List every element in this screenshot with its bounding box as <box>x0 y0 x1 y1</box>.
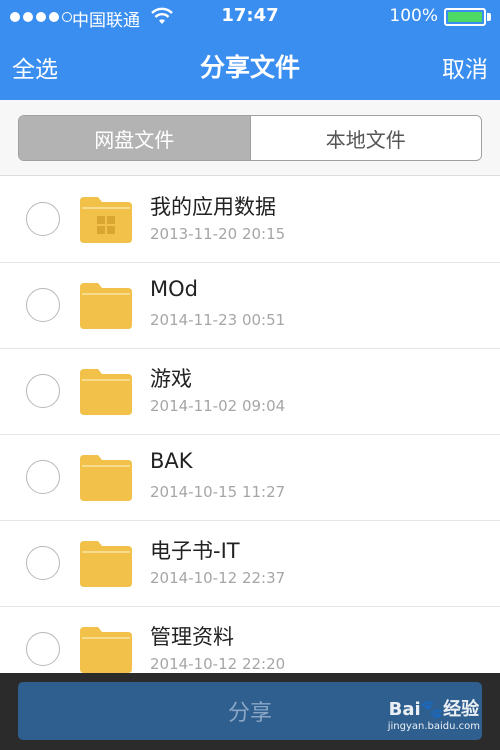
nav-bar: 全选 分享文件 取消 <box>0 34 500 100</box>
top-bar: 中国联通 17:47 100% 全选 分享文件 取消 <box>0 0 500 100</box>
select-radio[interactable] <box>26 202 60 236</box>
file-name: 游戏 <box>150 367 192 391</box>
list-item[interactable]: MOd 2014-11-23 00:51 <box>0 263 500 349</box>
list-item[interactable]: BAK 2014-10-15 11:27 <box>0 435 500 521</box>
segmented-control: 网盘文件 本地文件 <box>18 115 482 161</box>
status-bar: 中国联通 17:47 100% <box>0 0 500 34</box>
file-date: 2014-11-23 00:51 <box>150 311 286 329</box>
file-name: MOd <box>150 277 198 301</box>
page-title: 分享文件 <box>199 53 300 82</box>
folder-icon <box>80 369 132 415</box>
list-item[interactable]: 游戏 2014-11-02 09:04 <box>0 349 500 435</box>
folder-icon <box>80 627 132 673</box>
select-radio[interactable] <box>26 546 60 580</box>
file-name: 管理资料 <box>150 625 234 649</box>
bottom-bar: 分享 Bai🐾经验 jingyan.baidu.com <box>0 673 500 750</box>
list-item[interactable]: 电子书-IT 2014-10-12 22:37 <box>0 521 500 607</box>
folder-icon <box>80 455 132 501</box>
file-date: 2014-10-12 22:37 <box>150 569 286 587</box>
watermark: Bai🐾经验 jingyan.baidu.com <box>388 695 480 732</box>
battery-tip <box>487 13 491 21</box>
file-date: 2013-11-20 20:15 <box>150 225 286 243</box>
battery-percent: 100% <box>389 6 438 26</box>
select-radio[interactable] <box>26 288 60 322</box>
segment-bar: 网盘文件 本地文件 <box>0 100 500 176</box>
select-radio[interactable] <box>26 460 60 494</box>
file-name: 电子书-IT <box>150 539 240 563</box>
watermark-logo: Bai🐾经验 <box>388 699 480 720</box>
folder-icon <box>80 541 132 587</box>
tab-cloud-files[interactable]: 网盘文件 <box>19 116 250 160</box>
app-folder-icon <box>80 197 132 243</box>
select-radio[interactable] <box>26 374 60 408</box>
file-name: BAK <box>150 449 193 473</box>
file-name: 我的应用数据 <box>150 195 276 219</box>
file-list: 我的应用数据 2013-11-20 20:15 MOd 2014-11-23 0… <box>0 177 500 673</box>
watermark-url: jingyan.baidu.com <box>387 721 480 732</box>
list-item[interactable]: 管理资料 2014-10-12 22:20 <box>0 607 500 673</box>
folder-icon <box>80 283 132 329</box>
file-date: 2014-10-12 22:20 <box>150 655 286 673</box>
cancel-button[interactable]: 取消 <box>442 50 488 84</box>
battery-icon <box>444 8 486 26</box>
file-date: 2014-11-02 09:04 <box>150 397 286 415</box>
list-item[interactable]: 我的应用数据 2013-11-20 20:15 <box>0 177 500 263</box>
file-date: 2014-10-15 11:27 <box>150 483 286 501</box>
tab-local-files[interactable]: 本地文件 <box>249 116 481 160</box>
select-radio[interactable] <box>26 632 60 666</box>
